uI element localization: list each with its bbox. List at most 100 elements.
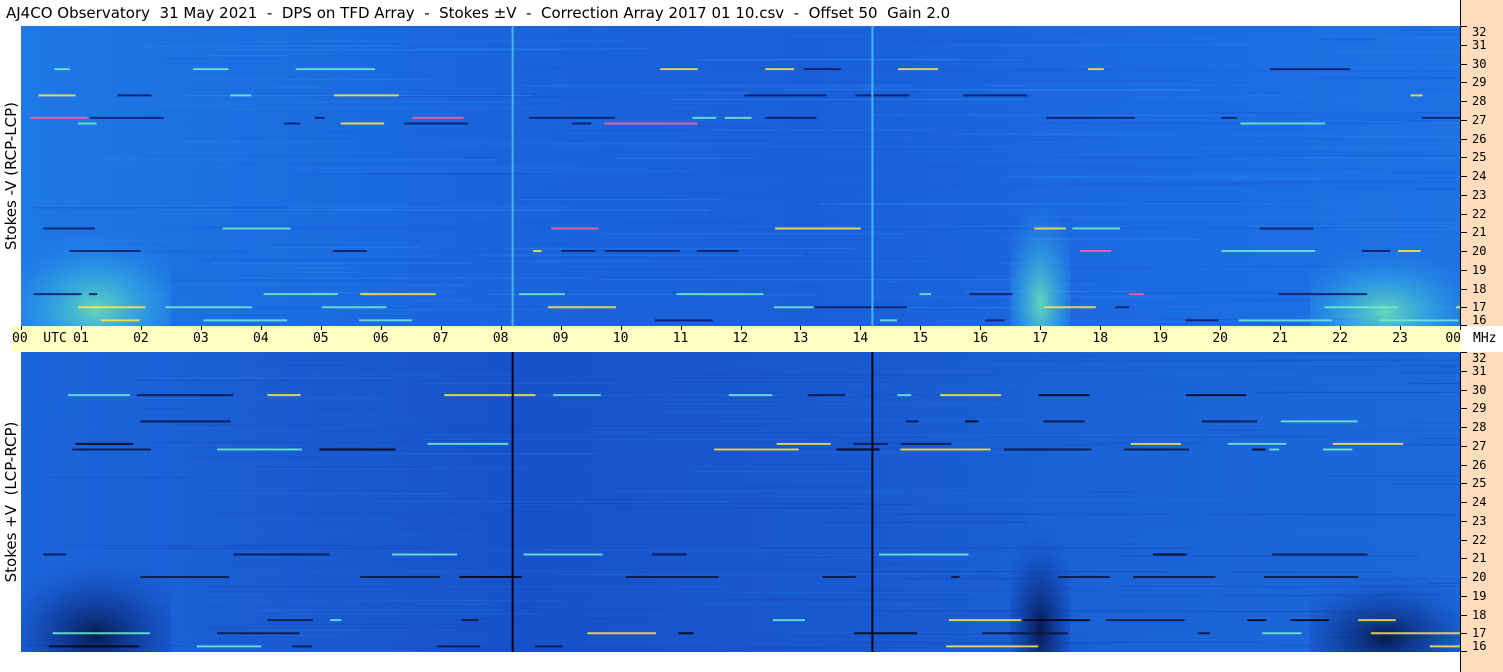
time-tick-label: 14 bbox=[852, 331, 869, 346]
freq-tick-label: 29 bbox=[1472, 75, 1487, 90]
freq-tick-mark bbox=[1461, 595, 1467, 597]
time-tick-mark bbox=[21, 326, 22, 330]
freq-tick-label: 24 bbox=[1472, 495, 1487, 509]
emission-region bbox=[1310, 232, 1460, 326]
time-tick-label: 04 bbox=[253, 331, 269, 346]
time-tick-label: 03 bbox=[193, 331, 209, 346]
freq-tick-label: 18 bbox=[1472, 607, 1487, 622]
time-tick-label: 06 bbox=[372, 331, 389, 346]
freq-tick-mark bbox=[1461, 464, 1467, 466]
freq-tick-label: 27 bbox=[1472, 438, 1487, 453]
freq-tick-mark bbox=[1461, 520, 1467, 522]
freq-tick-mark bbox=[1461, 82, 1467, 84]
freq-tick-label: 23 bbox=[1472, 187, 1487, 202]
spectrogram-stokes-minus-v bbox=[21, 26, 1460, 326]
spectrogram-panel-stokes-plus-v bbox=[21, 352, 1460, 652]
time-tick-label: 05 bbox=[312, 331, 329, 346]
time-tick-label: 15 bbox=[912, 331, 929, 346]
time-tick-mark bbox=[860, 326, 862, 330]
emission-region bbox=[1010, 176, 1071, 326]
freq-tick-mark bbox=[1461, 325, 1467, 326]
freq-tick-mark bbox=[1461, 63, 1467, 65]
time-tick-label: 00 UTC bbox=[12, 331, 67, 346]
freq-tick-label: 25 bbox=[1472, 150, 1487, 165]
freq-tick-label: 29 bbox=[1472, 401, 1487, 416]
vertical-marker-line bbox=[871, 352, 874, 652]
freq-tick-label: 17 bbox=[1472, 300, 1487, 315]
freq-tick-mark bbox=[1461, 445, 1467, 447]
freq-tick-label: 31 bbox=[1472, 37, 1487, 52]
vertical-marker-line bbox=[871, 26, 874, 326]
vertical-marker-line bbox=[511, 352, 514, 652]
freq-tick-mark bbox=[1461, 614, 1467, 616]
time-tick-mark bbox=[1160, 326, 1162, 330]
freq-tick-mark bbox=[1461, 157, 1467, 159]
freq-tick-mark bbox=[1461, 232, 1467, 234]
chart-title: AJ4CO Observatory 31 May 2021 - DPS on T… bbox=[6, 4, 951, 22]
freq-tick-label: 17 bbox=[1472, 626, 1487, 641]
freq-tick-label: 24 bbox=[1472, 169, 1487, 183]
time-tick-mark bbox=[200, 326, 202, 330]
time-tick-mark bbox=[440, 326, 442, 330]
freq-tick-label: 30 bbox=[1472, 56, 1487, 71]
freq-tick-mark bbox=[1461, 119, 1467, 121]
time-tick-label: 18 bbox=[1092, 331, 1109, 346]
vertical-marker-line bbox=[511, 26, 514, 326]
freq-tick-label: 16 bbox=[1472, 639, 1487, 653]
time-tick-label: 08 bbox=[492, 331, 509, 346]
freq-tick-label: 20 bbox=[1472, 570, 1487, 584]
absorption-region bbox=[21, 539, 171, 652]
absorption-region bbox=[1310, 558, 1460, 652]
freq-tick-label: 26 bbox=[1472, 457, 1487, 472]
time-tick-mark bbox=[800, 326, 802, 330]
freq-tick-mark bbox=[1461, 288, 1467, 290]
time-tick-label: 22 bbox=[1332, 331, 1348, 346]
freq-tick-label: 20 bbox=[1472, 244, 1487, 258]
time-tick-label: 13 bbox=[792, 331, 809, 346]
frequency-axis-top: 32 31 30 29 28 27 26 25 24 23 22 21 20 19 18 17 16 bbox=[1460, 26, 1503, 326]
freq-axis-corner bbox=[1460, 0, 1503, 26]
time-tick-label: 01 bbox=[73, 331, 89, 346]
freq-tick-label: 16 bbox=[1472, 313, 1487, 327]
time-tick-label: 00 bbox=[1445, 331, 1461, 346]
time-tick-mark bbox=[980, 326, 982, 330]
freq-tick-mark bbox=[1461, 558, 1467, 560]
freq-axis-corner-bottom bbox=[1460, 652, 1503, 672]
time-tick-label: 20 bbox=[1212, 331, 1228, 346]
time-tick-mark bbox=[1460, 326, 1461, 330]
time-tick-mark bbox=[380, 326, 382, 330]
time-tick-label: 21 bbox=[1272, 331, 1288, 346]
time-tick-label: 19 bbox=[1152, 331, 1169, 346]
frequency-axis-bottom: 32 31 30 29 28 27 26 25 24 23 22 21 20 19 18 17 16 bbox=[1460, 352, 1503, 652]
freq-tick-mark bbox=[1461, 213, 1467, 215]
time-tick-label: 07 bbox=[432, 331, 449, 346]
time-tick-mark bbox=[620, 326, 622, 330]
time-tick-mark bbox=[920, 326, 922, 330]
time-tick-label: 23 bbox=[1392, 331, 1408, 346]
freq-tick-mark bbox=[1461, 389, 1467, 391]
freq-tick-mark bbox=[1461, 352, 1467, 353]
freq-tick-label: 28 bbox=[1472, 94, 1487, 108]
freq-tick-mark bbox=[1461, 577, 1467, 578]
time-tick-mark bbox=[1280, 326, 1282, 330]
emission-region bbox=[21, 213, 171, 326]
freq-tick-mark bbox=[1461, 502, 1467, 503]
time-tick-label: 11 bbox=[672, 331, 689, 346]
freq-tick-mark bbox=[1461, 176, 1467, 177]
freq-tick-mark bbox=[1461, 651, 1467, 652]
freq-tick-label: 19 bbox=[1472, 588, 1487, 603]
time-tick-mark bbox=[500, 326, 502, 330]
time-tick-label: 09 bbox=[552, 331, 569, 346]
time-tick-mark bbox=[140, 326, 142, 330]
time-tick-mark bbox=[740, 326, 742, 330]
spectrogram-panel-stokes-minus-v bbox=[21, 26, 1460, 326]
time-tick-mark bbox=[260, 326, 262, 330]
time-tick-label: 10 bbox=[612, 331, 629, 346]
freq-tick-mark bbox=[1461, 307, 1467, 309]
time-tick-mark bbox=[1400, 326, 1402, 330]
time-tick-label: 12 bbox=[732, 331, 749, 346]
time-tick-mark bbox=[1100, 326, 1102, 330]
y-axis-label-stokes-plus-v: Stokes +V (LCP-RCP) bbox=[2, 421, 20, 583]
time-tick-mark bbox=[1340, 326, 1342, 330]
freq-tick-mark bbox=[1461, 633, 1467, 635]
